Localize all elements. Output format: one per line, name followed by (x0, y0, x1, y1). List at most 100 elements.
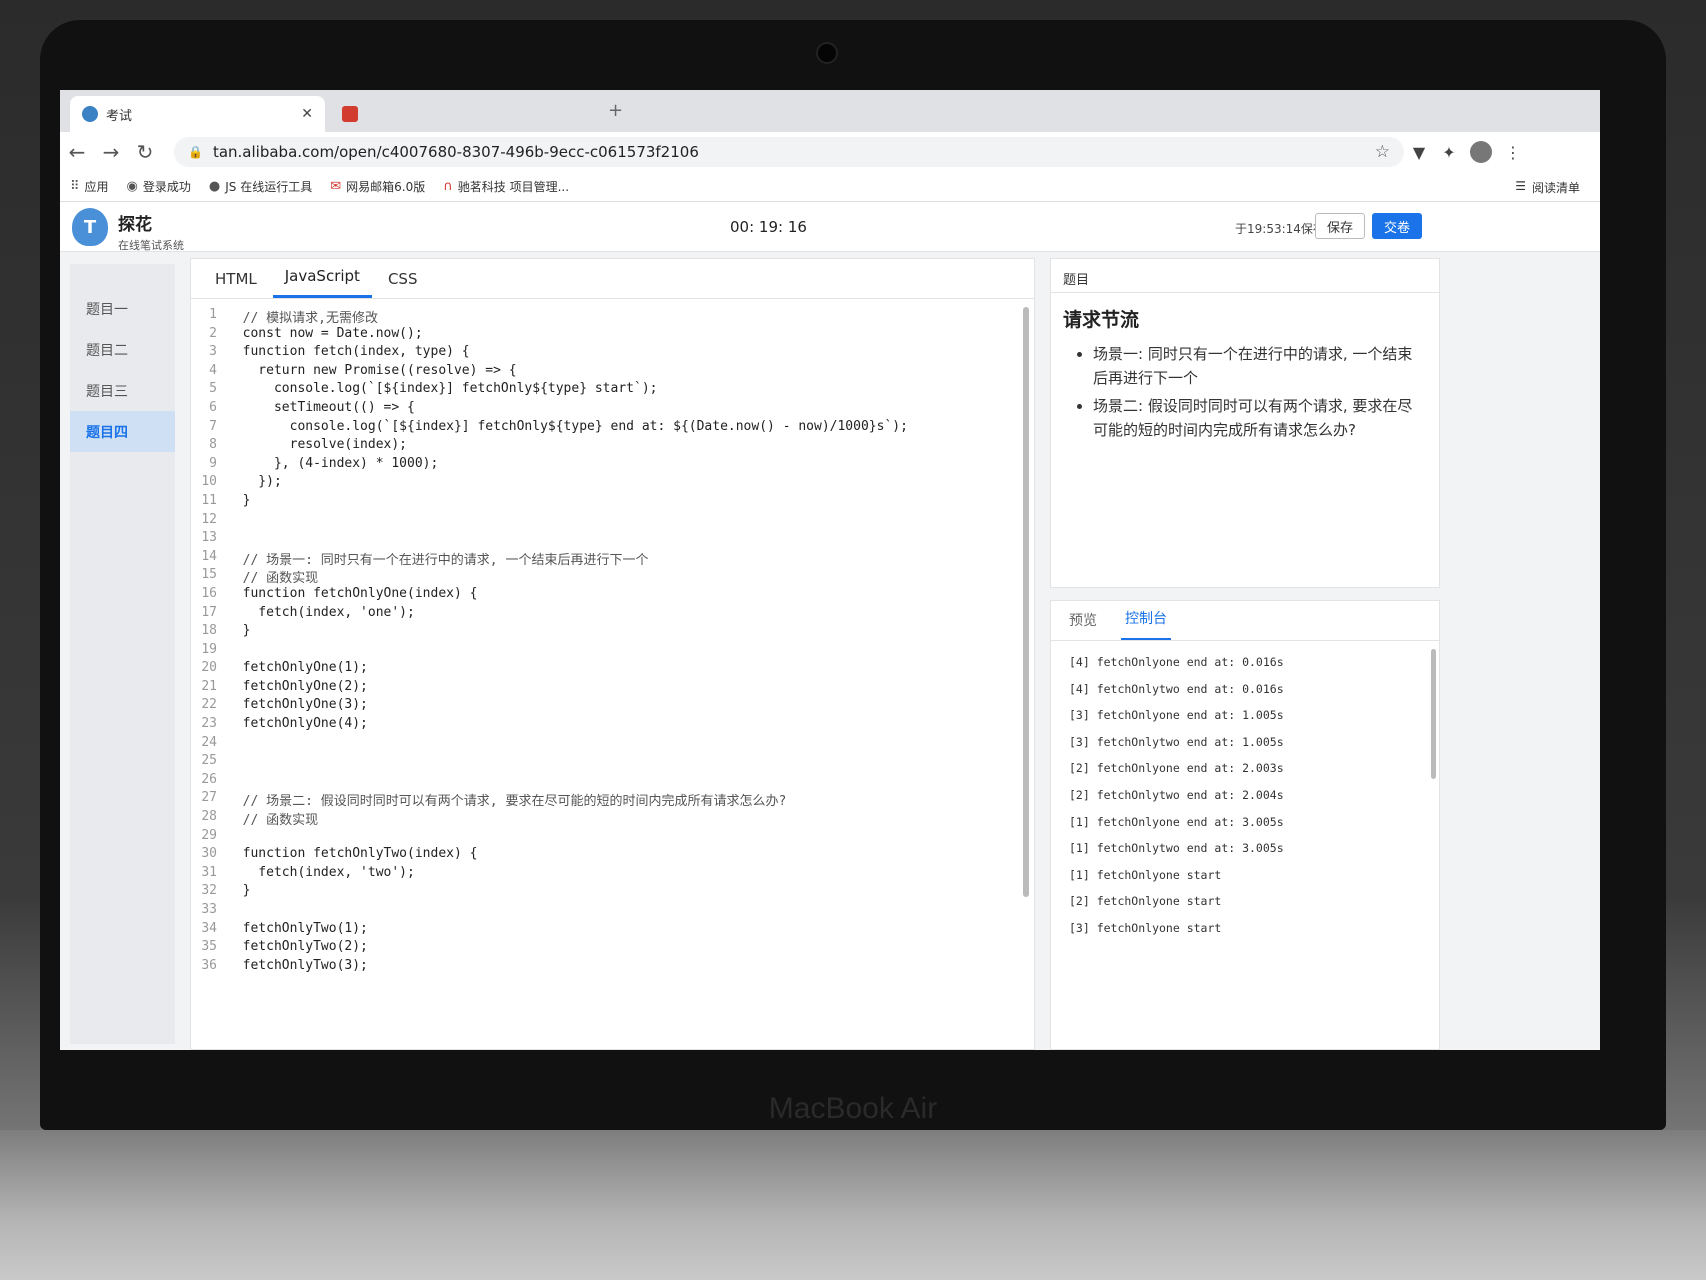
line-number: 33 (201, 902, 217, 917)
line-number: 15 (201, 567, 217, 583)
console-log-line: [2] fetchOnlyone start (1069, 894, 1222, 909)
line-number: 20 (201, 660, 217, 676)
line-text: // 函数实现 (227, 813, 319, 829)
code-line: 8 resolve(index); (191, 437, 1021, 456)
line-text: fetchOnlyOne(2); (227, 678, 368, 694)
brand-subtitle: 在线笔试系统 (118, 239, 184, 252)
question-item-3[interactable]: 题目三 (70, 370, 175, 411)
apps-grid-icon: ⠿ (70, 179, 80, 194)
tab-css[interactable]: CSS (376, 270, 430, 298)
app-header: T 探花 在线笔试系统 00: 19: 16 于19:53:14保存 保存 交卷 (60, 202, 1600, 252)
code-line: 14 // 场景一: 同时只有一个在进行中的请求, 一个结束后再进行下一个 (191, 549, 1021, 568)
line-number: 31 (201, 864, 217, 880)
line-text: function fetchOnlyOne(index) { (227, 585, 478, 601)
address-bar-row: ← → ↻ 🔒 tan.alibaba.com/open/c4007680-83… (60, 132, 1600, 172)
line-number: 11 (201, 492, 217, 508)
bookmarks-bar: ⠿ 应用 ◉ 登录成功 ● JS 在线运行工具 ✉ 网易邮箱6.0版 ∩ 驰茗科技 项目管… (60, 172, 1600, 202)
browser-tab-exam[interactable]: 考试 ✕ (70, 96, 325, 132)
bookmark-mail[interactable]: ✉ 网易邮箱6.0版 (330, 178, 425, 195)
line-number: 14 (201, 548, 217, 564)
console-log-line: [3] fetchOnlyone start (1069, 920, 1222, 935)
submit-button[interactable]: 交卷 (1372, 213, 1422, 239)
code-line: 35 fetchOnlyTwo(2); (191, 939, 1021, 958)
line-number: 34 (201, 920, 217, 936)
bookmark-project[interactable]: ∩ 驰茗科技 项目管理... (443, 178, 569, 195)
code-line: 3 function fetch(index, type) { (191, 344, 1021, 363)
code-line: 5 console.log(`[${index}] fetchOnly${typ… (191, 381, 1021, 400)
question-item-2[interactable]: 题目二 (70, 329, 175, 370)
tab-console[interactable]: 控制台 (1121, 608, 1171, 640)
line-number: 24 (201, 734, 217, 750)
reload-icon[interactable]: ↻ (128, 140, 162, 164)
line-number: 9 (209, 455, 217, 471)
line-number: 2 (209, 325, 217, 341)
code-line: 13 (191, 530, 1021, 549)
line-text: // 函数实现 (227, 571, 319, 587)
extension-vpn-icon[interactable]: ▼ (1404, 143, 1434, 162)
code-line: 33 (191, 902, 1021, 921)
question-panel: 题目 请求节流 场景一: 同时只有一个在进行中的请求, 一个结束后再进行下一个 … (1050, 258, 1440, 588)
code-line: 23 fetchOnlyOne(4); (191, 716, 1021, 735)
code-line: 7 console.log(`[${index}] fetchOnly${typ… (191, 419, 1021, 438)
bookmark-js-tool[interactable]: ● JS 在线运行工具 (209, 178, 312, 195)
bookmark-login[interactable]: ◉ 登录成功 (127, 178, 191, 195)
tab-title: 考试 (106, 108, 133, 124)
code-line: 27 // 场景二: 假设同时同时可以有两个请求, 要求在尽可能的短的时间内完成… (191, 790, 1021, 809)
code-line: 21 fetchOnlyOne(2); (191, 679, 1021, 698)
console-log-line: [2] fetchOnlytwo end at: 2.004s (1069, 787, 1284, 802)
code-line: 1 // 模拟请求,无需修改 (191, 307, 1021, 326)
code-line: 2 const now = Date.now(); (191, 326, 1021, 345)
close-icon[interactable]: ✕ (301, 106, 313, 122)
console-scrollbar[interactable] (1431, 649, 1436, 779)
question-item-1[interactable]: 题目一 (70, 288, 175, 329)
code-line: 30 function fetchOnlyTwo(index) { (191, 846, 1021, 865)
question-panel-label: 题目 (1051, 259, 1439, 293)
menu-kebab-icon[interactable]: ⋮ (1498, 143, 1528, 162)
console-log-line: [3] fetchOnlytwo end at: 1.005s (1069, 734, 1284, 749)
bookmark-label: 登录成功 (142, 180, 191, 194)
extensions-puzzle-icon[interactable]: ✦ (1434, 143, 1464, 162)
console-log-line: [1] fetchOnlyone end at: 3.005s (1069, 814, 1284, 829)
reading-list[interactable]: ☰ 阅读清单 (1515, 179, 1580, 196)
line-number: 1 (209, 307, 217, 322)
code-editor-panel: HTML JavaScript CSS 1 // 模拟请求,无需修改 2 cons… (190, 258, 1035, 1050)
editor-scrollbar[interactable] (1023, 307, 1029, 897)
saved-status: 于19:53:14保存 (1235, 222, 1325, 236)
browser-tab-2[interactable] (330, 96, 600, 132)
code-line: 24 (191, 735, 1021, 754)
reading-list-icon: ☰ (1515, 179, 1526, 193)
question-bullet: 场景一: 同时只有一个在进行中的请求, 一个结束后再进行下一个 (1093, 342, 1421, 390)
profile-avatar[interactable] (1470, 141, 1492, 163)
new-tab-button[interactable]: + (608, 100, 623, 121)
line-number: 30 (201, 846, 217, 862)
bookmark-star-icon[interactable]: ☆ (1375, 142, 1390, 162)
editor-tabs: HTML JavaScript CSS (191, 259, 1034, 299)
code-line: 9 }, (4-index) * 1000); (191, 456, 1021, 475)
tab-preview[interactable]: 预览 (1065, 610, 1101, 640)
question-item-4[interactable]: 题目四 (70, 411, 175, 452)
console-log-line: [2] fetchOnlyone end at: 2.003s (1069, 761, 1284, 776)
tab-javascript[interactable]: JavaScript (272, 267, 372, 298)
line-number: 19 (201, 641, 217, 657)
url-input[interactable]: 🔒 tan.alibaba.com/open/c4007680-8307-496… (174, 137, 1404, 167)
line-number: 13 (201, 530, 217, 546)
line-text: } (227, 883, 251, 899)
code-line: 26 (191, 772, 1021, 791)
code-line: 15 // 函数实现 (191, 567, 1021, 586)
tab-html[interactable]: HTML (203, 270, 269, 298)
bookmark-apps[interactable]: ⠿ 应用 (70, 178, 109, 195)
back-arrow-icon[interactable]: ← (60, 140, 94, 164)
site-icon: ● (208, 179, 221, 194)
line-number: 17 (201, 604, 217, 620)
code-line: 16 function fetchOnlyOne(index) { (191, 586, 1021, 605)
code-line: 29 (191, 828, 1021, 847)
brand: 探花 在线笔试系统 (118, 210, 184, 253)
laptop-base (0, 1130, 1706, 1280)
line-number: 36 (201, 957, 217, 973)
save-button[interactable]: 保存 (1315, 213, 1365, 239)
forward-arrow-icon[interactable]: → (94, 140, 128, 164)
code-line: 12 (191, 512, 1021, 531)
code-area[interactable]: 1 // 模拟请求,无需修改 2 const now = Date.now(); 3… (191, 307, 1021, 976)
lightbulb-logo-icon: T (72, 208, 108, 246)
line-number: 26 (201, 771, 217, 787)
